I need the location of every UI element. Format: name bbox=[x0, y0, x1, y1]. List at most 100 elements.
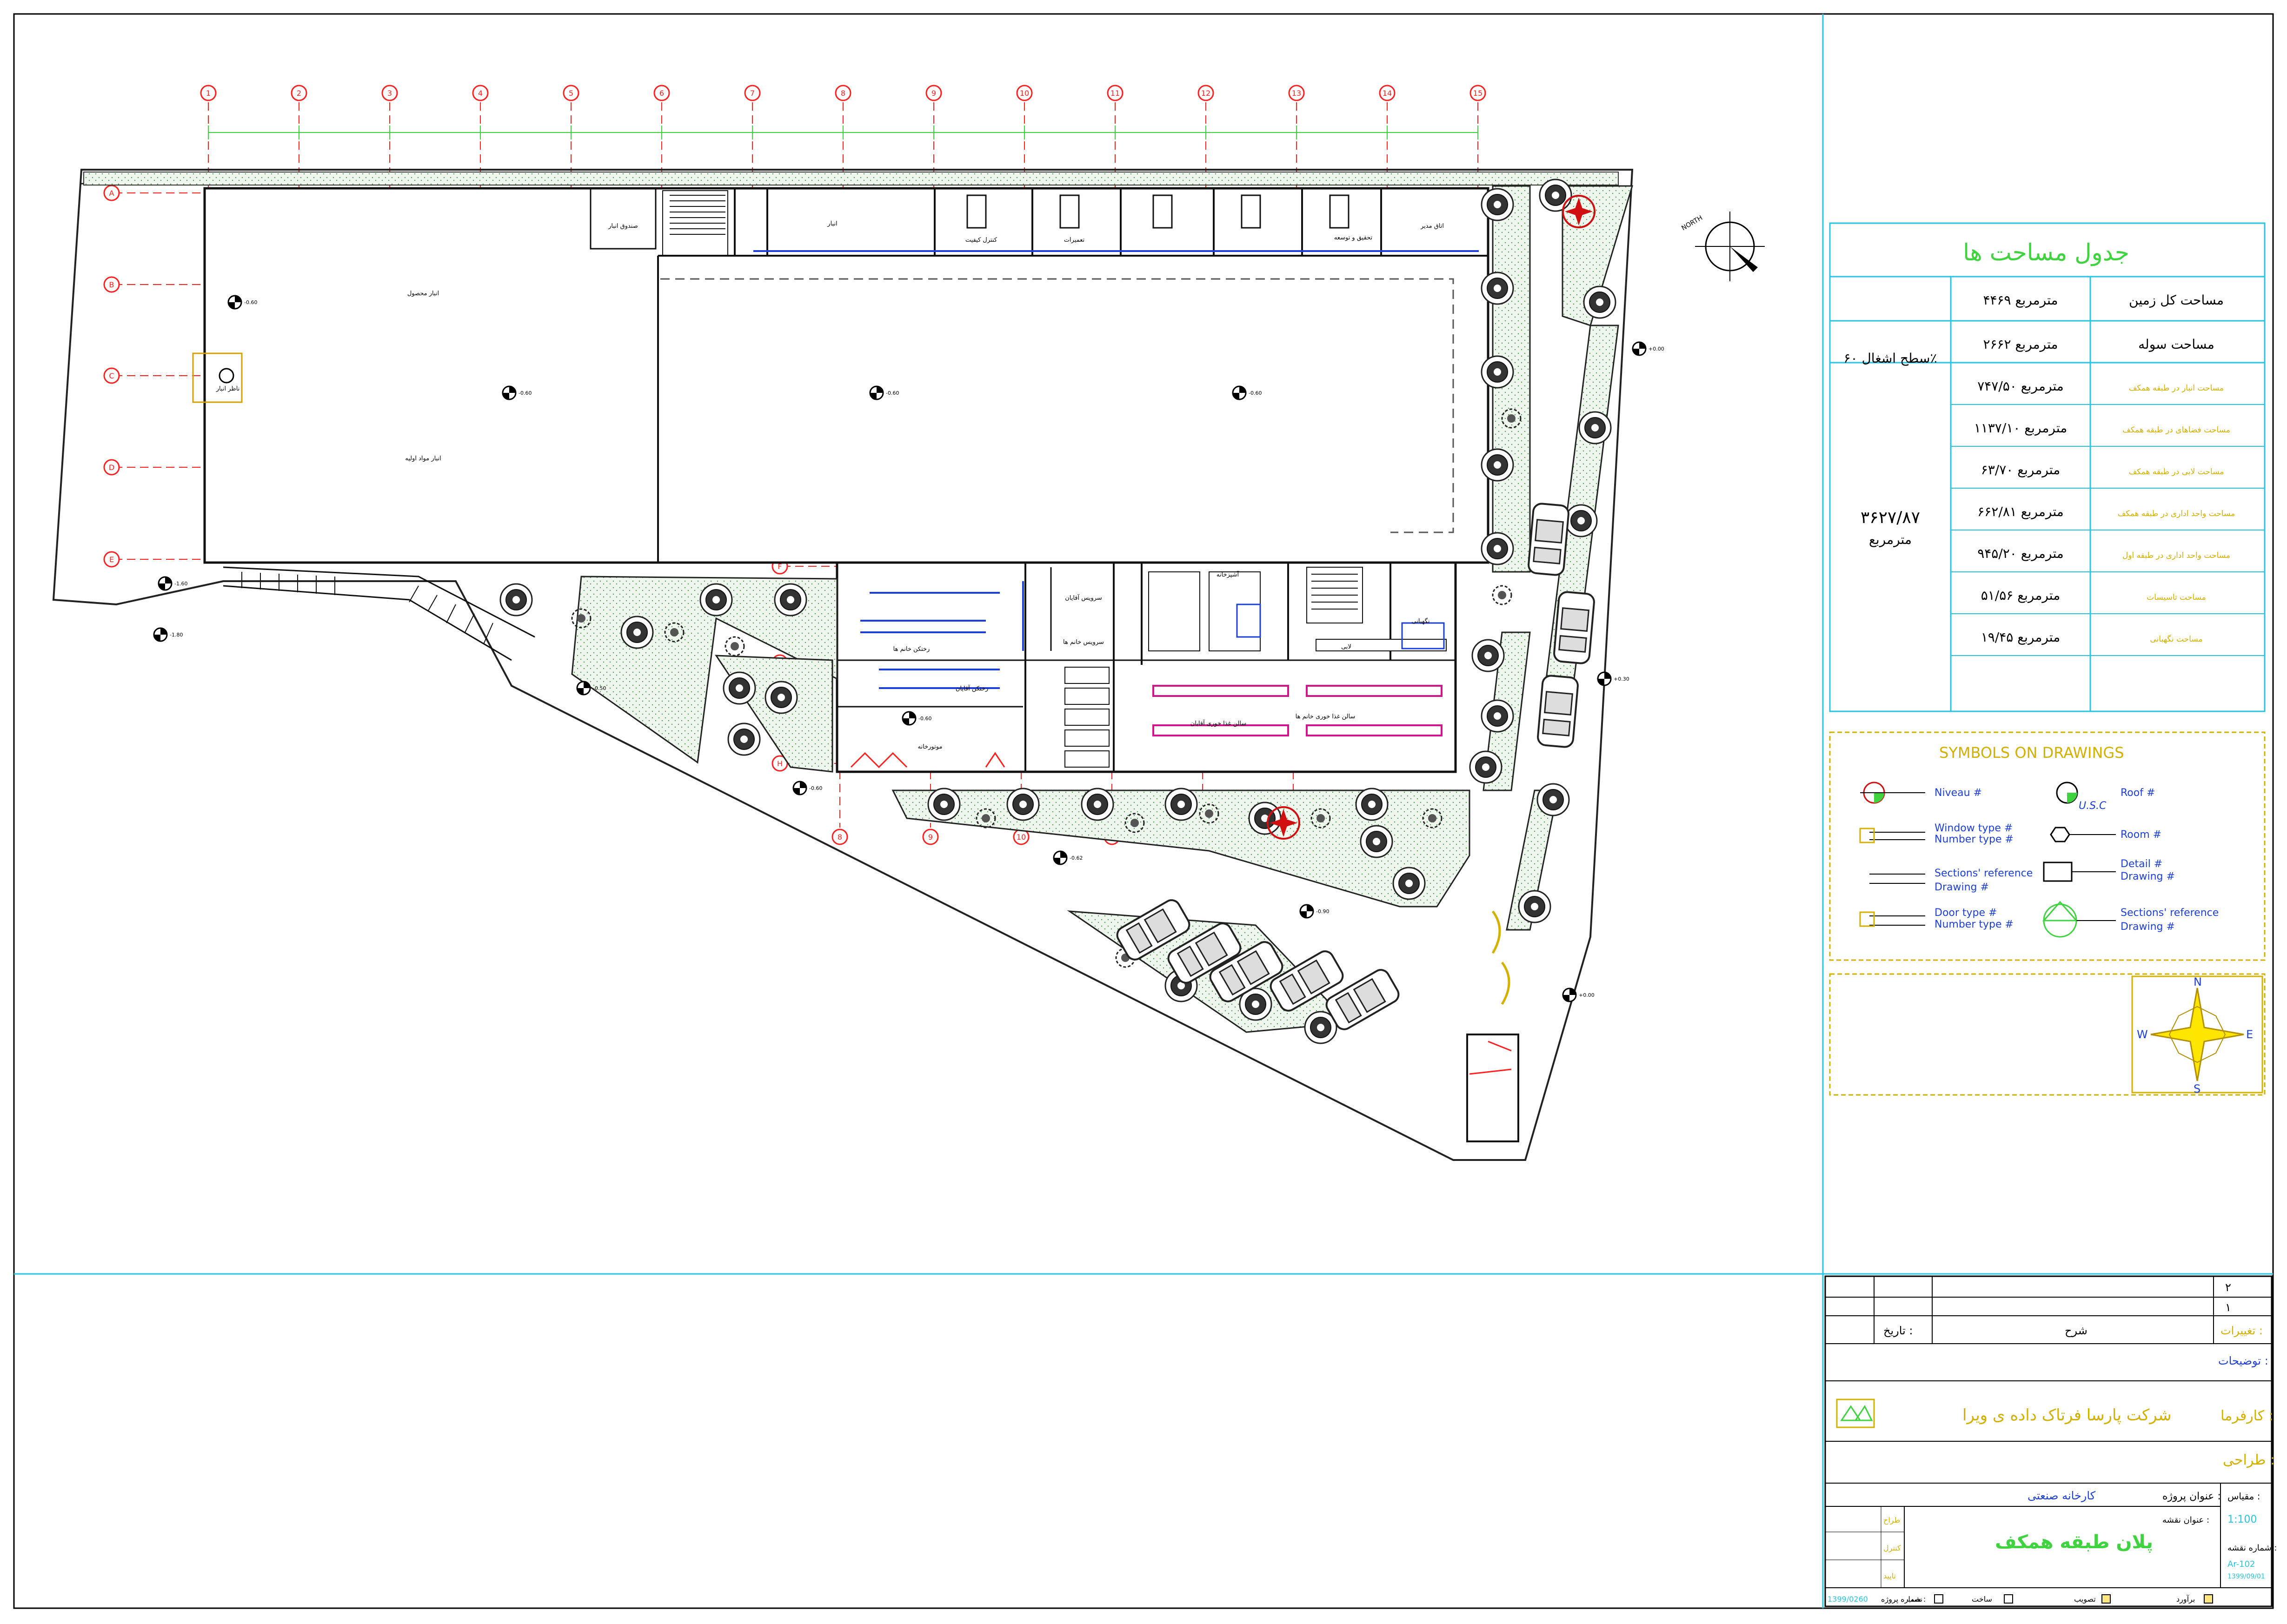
room-label: صندوق انبار bbox=[608, 223, 638, 230]
level-label: +0.00 bbox=[1649, 346, 1664, 352]
room-label: سالن غذا خوری خانم ها bbox=[1296, 713, 1356, 720]
room-label: اتاق مدیر bbox=[1420, 223, 1444, 230]
date-value: 1399/09/01 bbox=[2227, 1573, 2265, 1580]
grid-column-bubble: 9 bbox=[922, 829, 939, 845]
level-label: -0.50 bbox=[593, 685, 606, 691]
karfarma-value: شرکت پارسا فرتاک داده ی ویرا bbox=[1962, 1406, 2171, 1425]
level-label: -1.80 bbox=[170, 632, 183, 638]
area-value: ۵۱/۵۶ مترمربع bbox=[1981, 588, 2061, 603]
grid-column-label: 10 bbox=[1017, 833, 1026, 842]
level-label: -0.60 bbox=[519, 390, 532, 396]
warehouse-block bbox=[192, 187, 1489, 564]
legend-sections-ref: Sections' reference bbox=[2121, 907, 2219, 919]
meghyas-value: 1:100 bbox=[2227, 1514, 2257, 1525]
area-label: مساحت واحد اداری در طبقه اول bbox=[2122, 551, 2230, 560]
area-table-title: جدول مساحت ها bbox=[1963, 239, 2129, 266]
level-label: -0.90 bbox=[1316, 908, 1329, 915]
grid-column-label: 10 bbox=[1020, 89, 1029, 98]
grid-column-bubble: 5 bbox=[563, 85, 579, 101]
area-value: ۹۴۵/۲۰ مترمربع bbox=[1977, 546, 2064, 561]
total-area-unit: مترمربع bbox=[1869, 532, 1912, 547]
area-value: ۴۴۶۹ مترمربع bbox=[1983, 292, 2058, 308]
rev-2: ۲ bbox=[2225, 1281, 2231, 1294]
grid-column-bubble: 8 bbox=[835, 85, 851, 101]
room-label: موتورخانه bbox=[918, 743, 943, 750]
area-label: مساحت تاسیسات bbox=[2147, 593, 2206, 602]
room-label: لابی bbox=[1341, 643, 1351, 650]
area-table: جدول مساحت ها مساحت کل زمین ۴۴۶۹ مترمربع… bbox=[1829, 222, 2266, 712]
room-label: انبار مواد اولیه bbox=[405, 455, 441, 462]
tarah-label: طراح bbox=[1883, 1516, 1900, 1525]
grid-column-label: 2 bbox=[297, 89, 301, 98]
kontrol-label: کنترل bbox=[1883, 1544, 1901, 1553]
title-block: ۲ ۱ تغییرات : شرح تاریخ : توضیحات : کارف… bbox=[1824, 1275, 2277, 1607]
symbols-legend: SYMBOLS ON DRAWINGS Niveau # Roof # U.S.… bbox=[1829, 731, 2266, 961]
legend-window-type: Window type # bbox=[1935, 822, 2013, 834]
room-label: تحقیق و توسعه bbox=[1334, 234, 1373, 241]
legend-niveau: Niveau # bbox=[1935, 787, 1982, 799]
compass-s: S bbox=[2194, 1082, 2201, 1095]
legend-roof: Roof # bbox=[2121, 787, 2155, 799]
grid-column-label: 7 bbox=[750, 89, 755, 98]
check-barvord: برآورد bbox=[2176, 1595, 2195, 1604]
area-label: مساحت فضاهای در طبقه همکف bbox=[2122, 425, 2230, 435]
tarrahi-label: طراحی : bbox=[2223, 1452, 2275, 1468]
area-value: ۶۶۲/۸۱ مترمربع bbox=[1977, 504, 2064, 519]
grid-column-bubble: 6 bbox=[653, 85, 670, 101]
legend-room: Room # bbox=[2121, 829, 2161, 841]
area-value: ۷۴۷/۵۰ مترمربع bbox=[1977, 378, 2064, 394]
grid-column-label: 14 bbox=[1383, 89, 1392, 98]
legend-drawing: Drawing # bbox=[1935, 882, 1989, 893]
check-nasb: نصب bbox=[1907, 1595, 1922, 1604]
grid-row-bubble: E bbox=[103, 551, 120, 568]
grid-column-bubble: 2 bbox=[291, 85, 307, 101]
grid-column-bubble: 7 bbox=[744, 85, 761, 101]
legend-number-type: Number type # bbox=[1935, 834, 2014, 845]
room-label: آشپزخانه bbox=[1217, 570, 1240, 578]
grid-column-label: 12 bbox=[1201, 89, 1210, 98]
grid-column-label: 8 bbox=[838, 833, 842, 842]
taeed-label: تایید bbox=[1883, 1571, 1896, 1580]
area-label: مساحت لابی در طبقه همکف bbox=[2129, 467, 2224, 477]
grid-column-bubble: 11 bbox=[1107, 85, 1124, 101]
check-tasvib: تصویب bbox=[2074, 1595, 2096, 1604]
level-label: +0.30 bbox=[1614, 676, 1629, 682]
room-label: انبار محصول bbox=[407, 290, 439, 297]
legend-sections-ref: Sections' reference bbox=[1935, 868, 2033, 879]
grid-column-label: 9 bbox=[928, 833, 933, 842]
meghyas-label: مقیاس : bbox=[2227, 1491, 2260, 1502]
grid-column-label: 6 bbox=[659, 89, 664, 98]
grid-column-label: 5 bbox=[569, 89, 573, 98]
rev-1: ۱ bbox=[2225, 1301, 2231, 1314]
room-label: تعمیرات bbox=[1064, 237, 1085, 244]
legend-number-type: Number type # bbox=[1935, 919, 2014, 930]
compass-w: W bbox=[2137, 1028, 2148, 1041]
level-label: -0.60 bbox=[244, 299, 257, 305]
grid-row-bubble: C bbox=[103, 367, 120, 384]
room-label: ناظر انبار bbox=[216, 385, 240, 392]
grid-column-label: 3 bbox=[387, 89, 392, 98]
room-label: کنترل کیفیت bbox=[965, 237, 997, 244]
shomare-naghshe-value: Ar-102 bbox=[2227, 1559, 2255, 1569]
sharh-label: شرح bbox=[2065, 1324, 2088, 1337]
floor-plan-sheet: 123456789101112131415 ABCDEFGH8910111213 bbox=[13, 13, 2277, 1609]
onvan-proje-value: کارخانه صنعتی bbox=[2028, 1489, 2096, 1502]
grid-column-bubble: 10 bbox=[1016, 85, 1033, 101]
legend-detail: Detail # bbox=[2121, 858, 2162, 870]
level-label: -0.60 bbox=[809, 785, 822, 791]
shomare-proje-value: 1399/0260 bbox=[1828, 1595, 1868, 1604]
total-area-value: ۳۶۲۷/۸۷ bbox=[1861, 508, 1920, 527]
onvan-naghshe-label: عنوان نقشه : bbox=[2162, 1515, 2209, 1525]
room-label: انبار bbox=[827, 220, 837, 227]
grid-row-label: D bbox=[109, 463, 114, 472]
karfarma-label: کارفرما : bbox=[2221, 1408, 2274, 1424]
grid-column-bubble: 8 bbox=[831, 829, 848, 845]
grid-column-bubble: 9 bbox=[925, 85, 942, 101]
grid-column-label: 15 bbox=[1473, 89, 1483, 98]
tarikh-label: تاریخ : bbox=[1883, 1324, 1913, 1337]
grid-column-bubble: 12 bbox=[1197, 85, 1214, 101]
grid-column-label: 13 bbox=[1292, 89, 1301, 98]
legend-drawing: Drawing # bbox=[2121, 871, 2175, 882]
grid-row-label: B bbox=[109, 280, 114, 289]
room-label: رختکن آقایان bbox=[956, 684, 988, 692]
